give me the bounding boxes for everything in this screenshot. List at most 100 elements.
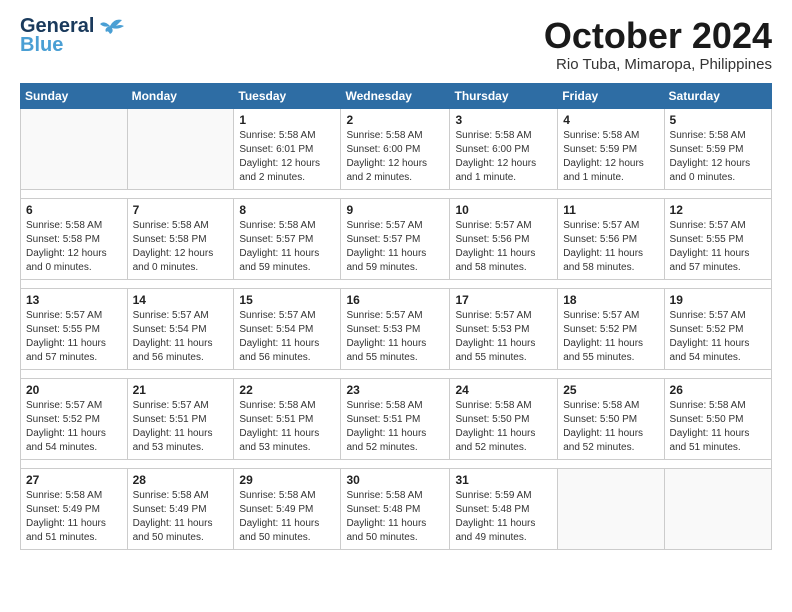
day-number: 28: [133, 473, 229, 487]
day-number: 5: [670, 113, 766, 127]
day-number: 11: [563, 203, 658, 217]
day-info: Sunrise: 5:58 AMSunset: 5:51 PMDaylight:…: [346, 399, 444, 455]
calendar-cell: 10Sunrise: 5:57 AMSunset: 5:56 PMDayligh…: [450, 198, 558, 279]
day-info: Sunrise: 5:57 AMSunset: 5:51 PMDaylight:…: [133, 399, 229, 455]
page-title: October 2024: [544, 16, 772, 56]
day-number: 16: [346, 293, 444, 307]
day-number: 13: [26, 293, 122, 307]
day-number: 26: [670, 383, 766, 397]
day-info: Sunrise: 5:58 AMSunset: 5:59 PMDaylight:…: [670, 129, 766, 185]
calendar-cell: 30 Sunrise: 5:58 AMSunset: 5:48 PMDayligh…: [341, 468, 450, 549]
calendar-cell: 19Sunrise: 5:57 AMSunset: 5:52 PMDayligh…: [664, 288, 771, 369]
day-number: 4: [563, 113, 658, 127]
calendar-cell: 21 Sunrise: 5:57 AMSunset: 5:51 PMDayligh…: [127, 378, 234, 459]
calendar-cell: 15 Sunrise: 5:57 AMSunset: 5:54 PMDayligh…: [234, 288, 341, 369]
calendar-cell: [21, 108, 128, 189]
day-number: 31: [455, 473, 552, 487]
week-spacer: [21, 369, 772, 378]
calendar-cell: 24 Sunrise: 5:58 AMSunset: 5:50 PMDayligh…: [450, 378, 558, 459]
calendar-week-4: 20Sunrise: 5:57 AMSunset: 5:52 PMDayligh…: [21, 378, 772, 459]
calendar-cell: 16Sunrise: 5:57 AMSunset: 5:53 PMDayligh…: [341, 288, 450, 369]
logo: General Blue: [20, 16, 124, 57]
day-number: 6: [26, 203, 122, 217]
day-number: 29: [239, 473, 335, 487]
calendar-header-wednesday: Wednesday: [341, 83, 450, 108]
day-number: 27: [26, 473, 122, 487]
day-number: 20: [26, 383, 122, 397]
day-info: Sunrise: 5:58 AMSunset: 5:50 PMDaylight:…: [455, 399, 552, 455]
day-info: Sunrise: 5:57 AMSunset: 5:52 PMDaylight:…: [670, 309, 766, 365]
header: General Blue October 2024 Rio Tuba, Mima…: [20, 16, 772, 73]
day-info: Sunrise: 5:57 AMSunset: 5:57 PMDaylight:…: [346, 219, 444, 275]
calendar-header-thursday: Thursday: [450, 83, 558, 108]
calendar-header-saturday: Saturday: [664, 83, 771, 108]
calendar-table: SundayMondayTuesdayWednesdayThursdayFrid…: [20, 83, 772, 550]
calendar-cell: [664, 468, 771, 549]
calendar-cell: 23Sunrise: 5:58 AMSunset: 5:51 PMDayligh…: [341, 378, 450, 459]
title-block: October 2024 Rio Tuba, Mimaropa, Philipp…: [544, 16, 772, 73]
day-info: Sunrise: 5:58 AMSunset: 5:50 PMDaylight:…: [670, 399, 766, 455]
page-container: General Blue October 2024 Rio Tuba, Mima…: [0, 0, 792, 560]
calendar-cell: 13 Sunrise: 5:57 AMSunset: 5:55 PMDayligh…: [21, 288, 128, 369]
calendar-cell: 9Sunrise: 5:57 AMSunset: 5:57 PMDaylight…: [341, 198, 450, 279]
day-number: 17: [455, 293, 552, 307]
day-number: 21: [133, 383, 229, 397]
calendar-cell: 7 Sunrise: 5:58 AMSunset: 5:58 PMDaylight…: [127, 198, 234, 279]
calendar-cell: 22 Sunrise: 5:58 AMSunset: 5:51 PMDayligh…: [234, 378, 341, 459]
calendar-cell: 26 Sunrise: 5:58 AMSunset: 5:50 PMDayligh…: [664, 378, 771, 459]
calendar-cell: 6 Sunrise: 5:58 AMSunset: 5:58 PMDaylight…: [21, 198, 128, 279]
day-info: Sunrise: 5:58 AMSunset: 5:58 PMDaylight:…: [133, 219, 229, 275]
day-info: Sunrise: 5:57 AMSunset: 5:54 PMDaylight:…: [239, 309, 335, 365]
day-number: 12: [670, 203, 766, 217]
day-info: Sunrise: 5:57 AMSunset: 5:53 PMDaylight:…: [455, 309, 552, 365]
day-info: Sunrise: 5:57 AMSunset: 5:54 PMDaylight:…: [133, 309, 229, 365]
logo-blue: Blue: [20, 34, 63, 57]
week-spacer: [21, 189, 772, 198]
calendar-cell: 20Sunrise: 5:57 AMSunset: 5:52 PMDayligh…: [21, 378, 128, 459]
day-info: Sunrise: 5:57 AMSunset: 5:55 PMDaylight:…: [670, 219, 766, 275]
calendar-cell: 3 Sunrise: 5:58 AMSunset: 6:00 PMDaylight…: [450, 108, 558, 189]
day-number: 7: [133, 203, 229, 217]
day-info: Sunrise: 5:57 AMSunset: 5:56 PMDaylight:…: [563, 219, 658, 275]
calendar-cell: 27 Sunrise: 5:58 AMSunset: 5:49 PMDayligh…: [21, 468, 128, 549]
day-number: 2: [346, 113, 444, 127]
day-info: Sunrise: 5:58 AMSunset: 5:58 PMDaylight:…: [26, 219, 122, 275]
day-info: Sunrise: 5:57 AMSunset: 5:56 PMDaylight:…: [455, 219, 552, 275]
calendar-cell: [127, 108, 234, 189]
day-info: Sunrise: 5:58 AMSunset: 5:49 PMDaylight:…: [133, 489, 229, 545]
calendar-week-1: 1 Sunrise: 5:58 AMSunset: 6:01 PMDaylight…: [21, 108, 772, 189]
calendar-week-3: 13 Sunrise: 5:57 AMSunset: 5:55 PMDayligh…: [21, 288, 772, 369]
day-number: 1: [239, 113, 335, 127]
day-info: Sunrise: 5:57 AMSunset: 5:52 PMDaylight:…: [563, 309, 658, 365]
calendar-cell: 4 Sunrise: 5:58 AMSunset: 5:59 PMDaylight…: [558, 108, 664, 189]
calendar-cell: 29 Sunrise: 5:58 AMSunset: 5:49 PMDayligh…: [234, 468, 341, 549]
day-info: Sunrise: 5:58 AMSunset: 5:59 PMDaylight:…: [563, 129, 658, 185]
calendar-week-2: 6 Sunrise: 5:58 AMSunset: 5:58 PMDaylight…: [21, 198, 772, 279]
day-number: 15: [239, 293, 335, 307]
day-info: Sunrise: 5:58 AMSunset: 5:49 PMDaylight:…: [239, 489, 335, 545]
page-subtitle: Rio Tuba, Mimaropa, Philippines: [544, 56, 772, 73]
calendar-cell: 17 Sunrise: 5:57 AMSunset: 5:53 PMDayligh…: [450, 288, 558, 369]
calendar-cell: 5 Sunrise: 5:58 AMSunset: 5:59 PMDaylight…: [664, 108, 771, 189]
day-number: 14: [133, 293, 229, 307]
day-info: Sunrise: 5:58 AMSunset: 5:48 PMDaylight:…: [346, 489, 444, 545]
calendar-cell: 12 Sunrise: 5:57 AMSunset: 5:55 PMDayligh…: [664, 198, 771, 279]
day-info: Sunrise: 5:59 AMSunset: 5:48 PMDaylight:…: [455, 489, 552, 545]
calendar-cell: 25Sunrise: 5:58 AMSunset: 5:50 PMDayligh…: [558, 378, 664, 459]
calendar-cell: 18Sunrise: 5:57 AMSunset: 5:52 PMDayligh…: [558, 288, 664, 369]
day-info: Sunrise: 5:57 AMSunset: 5:55 PMDaylight:…: [26, 309, 122, 365]
day-number: 24: [455, 383, 552, 397]
day-number: 3: [455, 113, 552, 127]
day-info: Sunrise: 5:58 AMSunset: 6:01 PMDaylight:…: [239, 129, 335, 185]
calendar-cell: 14 Sunrise: 5:57 AMSunset: 5:54 PMDayligh…: [127, 288, 234, 369]
day-number: 30: [346, 473, 444, 487]
day-info: Sunrise: 5:58 AMSunset: 5:57 PMDaylight:…: [239, 219, 335, 275]
calendar-header-sunday: Sunday: [21, 83, 128, 108]
calendar-cell: 2Sunrise: 5:58 AMSunset: 6:00 PMDaylight…: [341, 108, 450, 189]
day-info: Sunrise: 5:58 AMSunset: 6:00 PMDaylight:…: [455, 129, 552, 185]
logo-bird-icon: [96, 16, 124, 36]
day-number: 22: [239, 383, 335, 397]
day-info: Sunrise: 5:58 AMSunset: 5:49 PMDaylight:…: [26, 489, 122, 545]
calendar-cell: [558, 468, 664, 549]
day-info: Sunrise: 5:58 AMSunset: 5:51 PMDaylight:…: [239, 399, 335, 455]
